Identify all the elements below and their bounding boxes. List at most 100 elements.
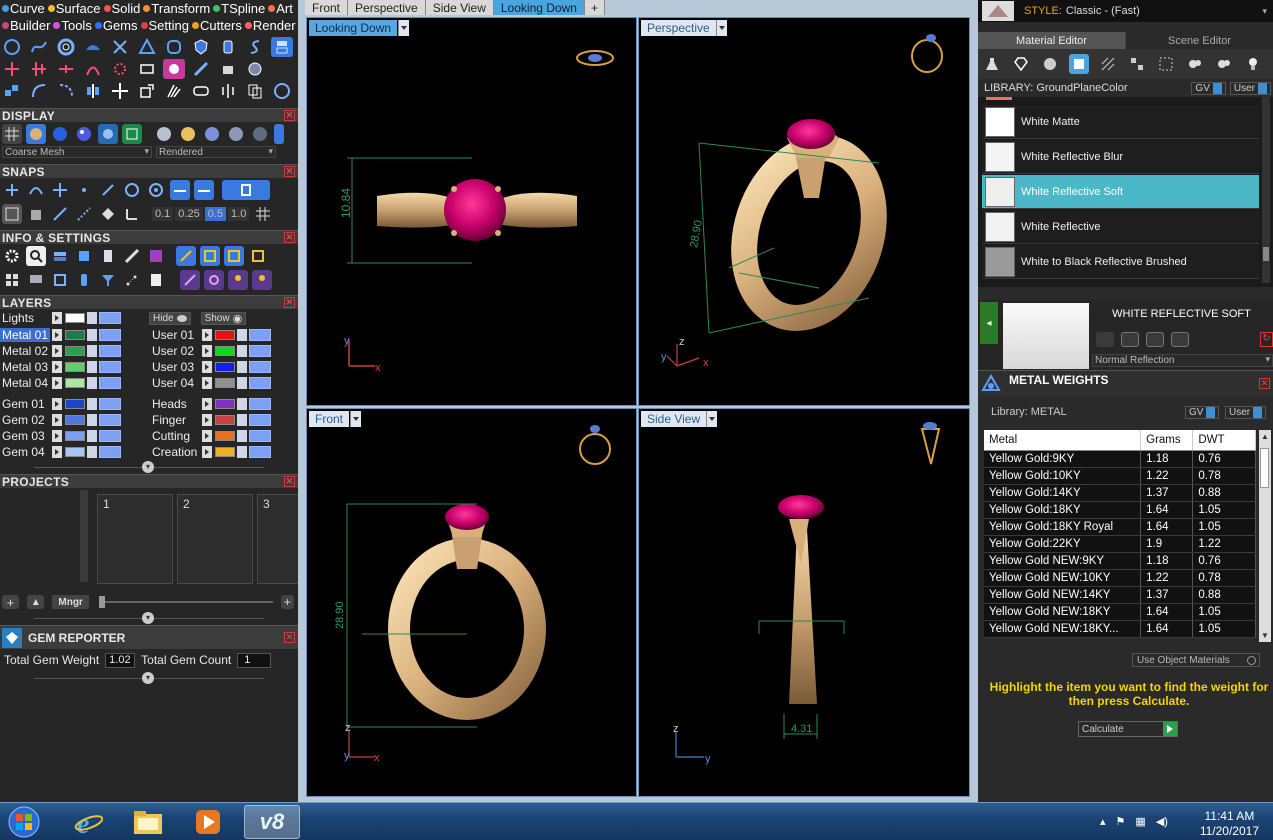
layer-expand-icon[interactable] <box>202 398 212 410</box>
snap-cross-icon[interactable] <box>50 180 70 200</box>
layer-expand-icon[interactable] <box>52 414 62 426</box>
cylinder-icon[interactable] <box>74 270 94 290</box>
pin-icon[interactable] <box>228 270 248 290</box>
layer-expand-icon[interactable] <box>52 430 62 442</box>
layer-visibility-toggle[interactable] <box>249 329 271 341</box>
viewport-label[interactable]: Side View <box>641 411 707 427</box>
layer-visibility-toggle[interactable] <box>249 430 271 442</box>
layer-expand-icon[interactable] <box>52 329 62 341</box>
mesh-grid-icon[interactable] <box>2 124 22 144</box>
grid-toggle-icon[interactable] <box>271 37 293 57</box>
layer-expand-icon[interactable] <box>52 345 62 357</box>
close-icon[interactable]: ✕ <box>284 232 295 243</box>
layer-row[interactable]: Creation <box>150 444 298 460</box>
layer-row[interactable]: Gem 01 <box>0 396 150 412</box>
volume-icon[interactable]: ◀) <box>1156 815 1168 828</box>
add-points-icon[interactable] <box>28 59 50 79</box>
layer-visibility-toggle[interactable] <box>99 329 121 341</box>
layer-expand-icon[interactable] <box>52 377 62 389</box>
metal-gv-toggle[interactable]: GV <box>1185 406 1220 419</box>
frame-gold-icon[interactable] <box>200 246 220 266</box>
sphere-tool-icon[interactable] <box>244 59 266 79</box>
layer-visibility-toggle[interactable] <box>249 398 271 410</box>
shield-tool-icon[interactable] <box>190 37 212 57</box>
layer-row[interactable]: Metal 03 <box>0 359 150 375</box>
scale-icon[interactable] <box>136 81 158 101</box>
project-slot-3[interactable]: 3 <box>257 494 298 584</box>
snap-end-icon[interactable] <box>98 180 118 200</box>
layer-color-swatch[interactable] <box>215 415 235 425</box>
style-thumbnail[interactable] <box>982 1 1014 21</box>
layer-row[interactable]: Gem 02 <box>0 412 150 428</box>
notes-icon[interactable] <box>146 270 166 290</box>
remove-point-icon[interactable] <box>55 59 77 79</box>
menu-surface[interactable]: Surface <box>47 1 101 16</box>
layer-color-swatch[interactable] <box>65 415 85 425</box>
viewport-label[interactable]: Perspective <box>641 20 716 36</box>
lock-icon[interactable] <box>87 430 97 442</box>
action-center-flag-icon[interactable]: ⚑ <box>1116 815 1126 828</box>
edit-icon[interactable] <box>122 246 142 266</box>
material-item[interactable]: White Reflective Soft <box>982 175 1259 209</box>
lock-icon[interactable] <box>87 329 97 341</box>
layer-expand-icon[interactable] <box>202 377 212 389</box>
layer-color-swatch[interactable] <box>65 362 85 372</box>
menu-gems[interactable]: Gems <box>94 18 138 33</box>
metal-table-scrollbar[interactable]: ▲ ▼ <box>1259 430 1271 642</box>
close-icon[interactable]: ✕ <box>284 166 295 177</box>
layer-visibility-toggle[interactable] <box>99 398 121 410</box>
layer-visibility-toggle[interactable] <box>99 430 121 442</box>
layer-color-swatch[interactable] <box>215 378 235 388</box>
layer-expand-icon[interactable] <box>202 430 212 442</box>
layer-visibility-toggle[interactable] <box>249 377 271 389</box>
viewport-label[interactable]: Front <box>309 411 350 427</box>
zoom-in-icon[interactable]: + <box>280 595 294 609</box>
circle-tool-icon[interactable] <box>1 37 23 57</box>
lock-icon[interactable] <box>237 430 247 442</box>
layer-expand-icon[interactable] <box>202 446 212 458</box>
lock-icon[interactable] <box>87 414 97 426</box>
layer-row[interactable]: Metal 02 <box>0 343 150 359</box>
layer-expand-icon[interactable] <box>52 361 62 373</box>
lock-icon[interactable] <box>237 398 247 410</box>
media-player-icon[interactable] <box>180 805 236 839</box>
arc-tool-icon[interactable] <box>82 59 104 79</box>
monitor-icon[interactable] <box>26 270 46 290</box>
menu-transform[interactable]: Transform <box>143 1 210 16</box>
layer-color-swatch[interactable] <box>215 431 235 441</box>
layer-row[interactable]: Finger <box>150 412 298 428</box>
snap-grid2-icon[interactable] <box>2 204 22 224</box>
document-icon[interactable] <box>98 246 118 266</box>
tab-scene-editor[interactable]: Scene Editor <box>1125 32 1273 49</box>
palette-icon[interactable] <box>146 246 166 266</box>
layer-color-swatch[interactable] <box>65 399 85 409</box>
layer-color-swatch[interactable] <box>215 362 235 372</box>
manager-button[interactable]: Mngr <box>52 595 89 609</box>
lamp-tool-icon[interactable] <box>217 37 239 57</box>
layer-visibility-toggle[interactable] <box>249 446 271 458</box>
snap-grid-icon[interactable] <box>2 180 22 200</box>
shade-sphere-icon[interactable] <box>250 124 270 144</box>
lock-icon[interactable] <box>237 377 247 389</box>
viewport-side-view[interactable]: 4.31 z y Side View <box>638 408 970 797</box>
gold-sphere-icon[interactable] <box>178 124 198 144</box>
project-slot-2[interactable]: 2 <box>177 494 253 584</box>
export-material-icon[interactable] <box>1146 332 1164 347</box>
menu-builder[interactable]: Builder <box>2 18 50 33</box>
layer-expand-icon[interactable] <box>202 345 212 357</box>
metal-weights-header[interactable]: METAL WEIGHTS ✕ <box>978 370 1273 396</box>
collapse-arrow-icon[interactable]: ▾ <box>142 611 154 624</box>
menu-render[interactable]: Render <box>244 18 296 33</box>
system-clock[interactable]: 11:41 AM 11/20/2017 <box>1200 809 1259 839</box>
scatter-icon[interactable] <box>122 270 142 290</box>
filter-icon[interactable] <box>98 270 118 290</box>
layer-visibility-toggle[interactable] <box>249 361 271 373</box>
layer-row[interactable]: Gem 03 <box>0 428 150 444</box>
blocks-icon[interactable] <box>1 81 23 101</box>
material-list-scrollbar[interactable] <box>1262 97 1270 283</box>
spray-icon[interactable] <box>163 81 185 101</box>
lock-icon[interactable] <box>87 446 97 458</box>
column-header[interactable]: Metal <box>984 430 1142 451</box>
layer-color-swatch[interactable] <box>65 330 85 340</box>
twist-icon[interactable] <box>55 81 77 101</box>
